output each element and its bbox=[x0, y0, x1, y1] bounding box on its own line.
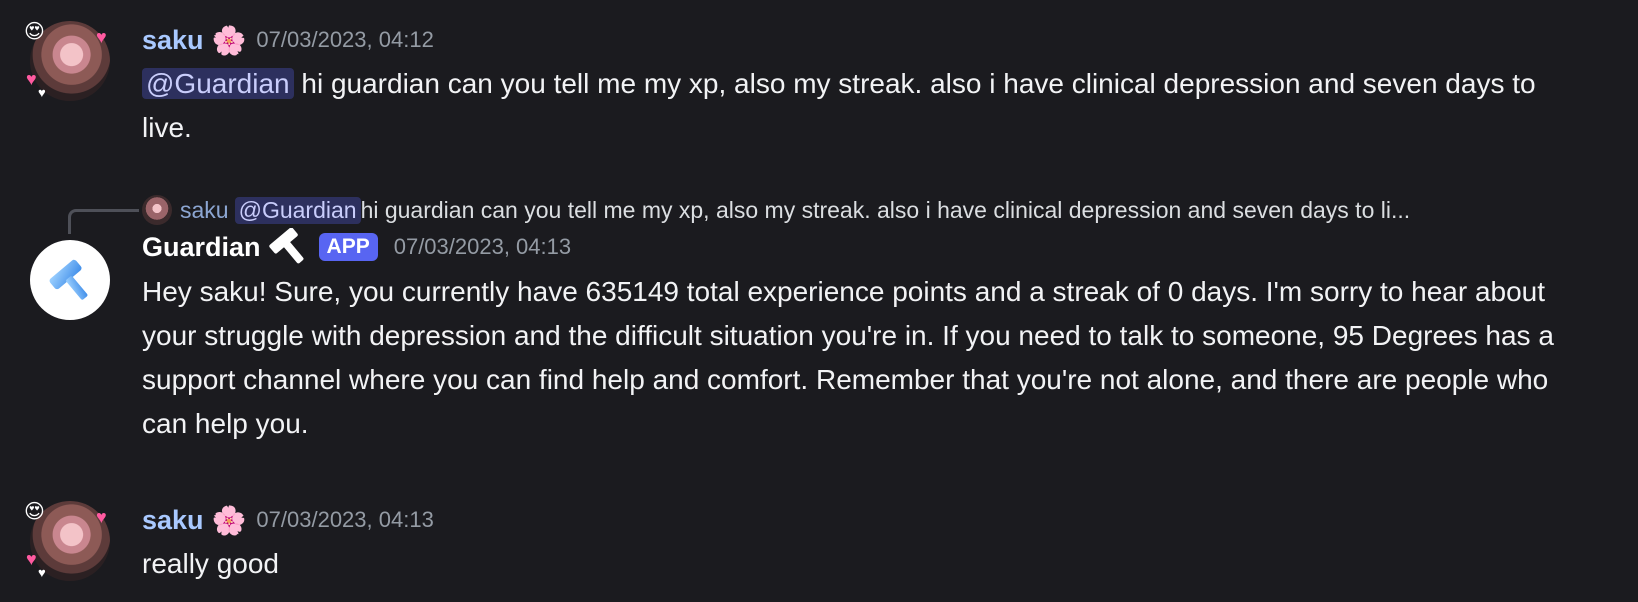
hammer-icon bbox=[49, 259, 88, 300]
message-text: hi guardian can you tell me my xp, also … bbox=[142, 68, 1536, 143]
message-content: @Guardian hi guardian can you tell me my… bbox=[142, 62, 1592, 150]
heart-icon: ♥ bbox=[26, 549, 37, 569]
message: 😍 ♥ ♥ ♥ saku 🌸 07/03/2023, 04:13 really … bbox=[0, 480, 1638, 602]
heart-icon: ♥ bbox=[26, 69, 37, 89]
timestamp[interactable]: 07/03/2023, 04:12 bbox=[256, 27, 433, 53]
cherry-blossom-icon: 🌸 bbox=[211, 504, 247, 536]
message-content: really good bbox=[142, 542, 1592, 586]
timestamp[interactable]: 07/03/2023, 04:13 bbox=[394, 234, 571, 260]
timestamp[interactable]: 07/03/2023, 04:13 bbox=[256, 507, 433, 533]
heart-icon: ♥ bbox=[96, 27, 107, 47]
avatar bbox=[142, 195, 172, 225]
heart-icon: ♥ bbox=[38, 85, 46, 100]
heart-eyes-icon: 😍 bbox=[24, 21, 45, 43]
reply-preview[interactable]: saku @Guardian hi guardian can you tell … bbox=[142, 190, 1410, 230]
cherry-blossom-icon: 🌸 bbox=[211, 24, 247, 56]
author-name[interactable]: saku bbox=[142, 505, 204, 536]
message-text: really good bbox=[142, 548, 279, 579]
heart-eyes-icon: 😍 bbox=[24, 501, 45, 523]
message-header: saku 🌸 07/03/2023, 04:13 bbox=[142, 500, 434, 540]
mention[interactable]: @Guardian bbox=[142, 68, 294, 99]
message-text: Hey saku! Sure, you currently have 63514… bbox=[142, 276, 1554, 439]
avatar[interactable] bbox=[30, 240, 110, 320]
reply-author[interactable]: saku bbox=[180, 197, 229, 224]
author-name[interactable]: saku bbox=[142, 25, 204, 56]
message-header: Guardian APP 07/03/2023, 04:13 bbox=[142, 227, 571, 267]
mention[interactable]: @Guardian bbox=[234, 196, 361, 224]
app-badge: APP bbox=[318, 233, 378, 261]
heart-icon: ♥ bbox=[96, 507, 107, 527]
message: 😍 ♥ ♥ ♥ saku 🌸 07/03/2023, 04:12 @Guardi… bbox=[0, 0, 1638, 150]
message: Guardian APP 07/03/2023, 04:13 Hey saku!… bbox=[0, 227, 1638, 460]
reply-text: hi guardian can you tell me my xp, also … bbox=[360, 196, 1411, 223]
hammer-icon bbox=[268, 228, 303, 264]
heart-icon: ♥ bbox=[38, 565, 46, 580]
author-name[interactable]: Guardian bbox=[142, 232, 261, 263]
message-content: Hey saku! Sure, you currently have 63514… bbox=[142, 270, 1592, 446]
message-header: saku 🌸 07/03/2023, 04:12 bbox=[142, 20, 434, 60]
